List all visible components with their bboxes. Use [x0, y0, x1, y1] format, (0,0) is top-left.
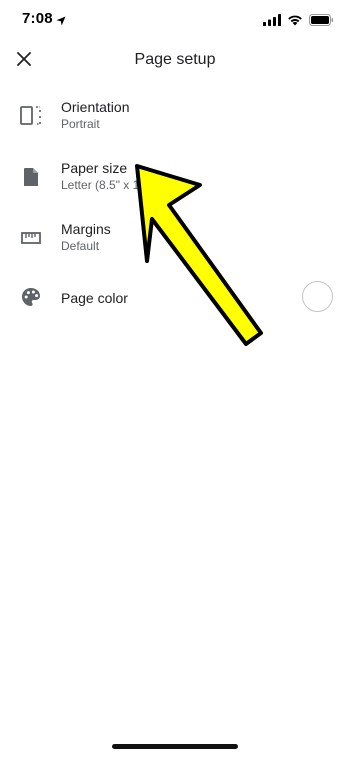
status-time: 7:08 [22, 10, 53, 27]
battery-icon [309, 13, 334, 31]
ruler-icon [19, 226, 43, 250]
palette-icon [19, 285, 43, 309]
app-header: Page setup [0, 40, 350, 82]
setting-subtitle: Portrait [61, 117, 100, 131]
orientation-icon [19, 104, 43, 128]
setting-title: Margins [61, 221, 111, 237]
setting-title: Page color [61, 290, 128, 306]
setting-margins[interactable]: Margins Default [0, 214, 350, 264]
status-bar: 7:08 [0, 0, 350, 40]
paper-icon [19, 165, 43, 189]
setting-subtitle: Letter (8.5" x 11") [61, 178, 154, 192]
wifi-icon [287, 13, 303, 31]
setting-page-color[interactable]: Page color [0, 275, 350, 325]
page-color-swatch[interactable] [302, 281, 333, 312]
setting-subtitle: Default [61, 239, 100, 253]
setting-paper-size[interactable]: Paper size Letter (8.5" x 11") [0, 153, 350, 203]
page-title: Page setup [134, 51, 216, 68]
status-icons [263, 13, 334, 31]
setting-title: Paper size [61, 160, 128, 176]
signal-icon [263, 13, 281, 31]
home-indicator [112, 744, 238, 749]
setting-title: Orientation [61, 99, 130, 115]
setting-orientation[interactable]: Orientation Portrait [0, 92, 350, 142]
location-arrow-icon [56, 13, 66, 31]
